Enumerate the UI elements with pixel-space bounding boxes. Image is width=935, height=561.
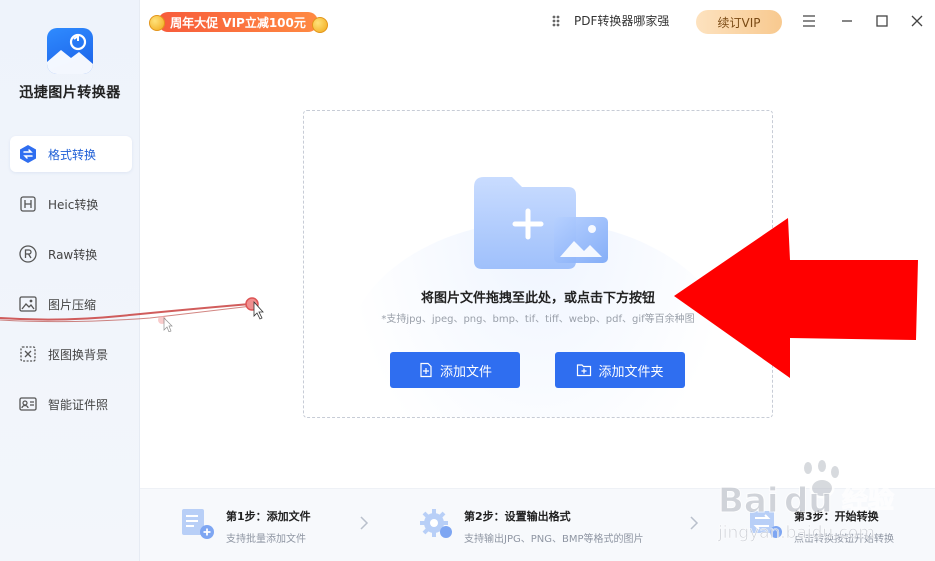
sidebar-item-heic[interactable]: Heic转换 xyxy=(10,186,132,222)
id-photo-icon xyxy=(18,394,38,414)
coin-icon xyxy=(149,15,165,31)
sidebar-item-label: 抠图换背景 xyxy=(48,347,109,362)
minimize-button[interactable] xyxy=(838,12,856,30)
step-desc: 支持输出JPG、PNG、BMP等格式的图片 xyxy=(464,534,644,545)
maximize-button[interactable] xyxy=(873,12,891,30)
step-1: 第1步：添加文件 支持批量添加文件 xyxy=(180,505,311,545)
pdf-dots-icon xyxy=(552,15,560,26)
add-file-label: 添加文件 xyxy=(439,364,492,380)
sidebar-item-label: 格式转换 xyxy=(48,147,97,162)
sidebar: 迅捷图片转换器 格式转换 Heic转换 Raw转换 图片压缩 抠图换背景 智能证… xyxy=(0,0,140,561)
baidu-watermark: Bai du 经验 jingyan.baidu.com xyxy=(716,457,931,558)
add-folder-button[interactable]: 添加文件夹 xyxy=(555,352,685,388)
baidu-paw-logo: Bai du 经验 jingyan.baidu.com xyxy=(717,457,895,543)
watermark-cn: 经验 xyxy=(842,484,894,515)
app-logo-icon xyxy=(47,28,93,74)
pdf-converter-link[interactable]: PDF转换器哪家强 xyxy=(550,12,669,29)
promo-banner[interactable]: 周年大促 VIP立减100元 xyxy=(146,9,328,35)
raw-icon xyxy=(18,244,38,264)
sidebar-item-format-convert[interactable]: 格式转换 xyxy=(10,136,132,172)
menu-icon xyxy=(803,15,815,27)
add-file-step-icon xyxy=(182,509,214,539)
maximize-icon xyxy=(876,15,888,27)
add-file-button[interactable]: 添加文件 xyxy=(390,352,520,388)
folder-image-icon xyxy=(474,177,608,269)
top-bar: 周年大促 VIP立减100元 PDF转换器哪家强 续订VIP xyxy=(140,0,935,42)
chevron-right-icon xyxy=(690,516,699,530)
add-folder-label: 添加文件夹 xyxy=(598,364,664,380)
annotation-scribble xyxy=(0,297,264,332)
close-icon xyxy=(911,15,923,27)
gear-step-icon xyxy=(420,509,452,538)
step-2: 第2步：设置输出格式 支持输出JPG、PNG、BMP等格式的图片 xyxy=(418,505,644,545)
menu-button[interactable] xyxy=(800,12,818,30)
minimize-icon xyxy=(842,20,852,22)
sidebar-item-id-photo[interactable]: 智能证件照 xyxy=(10,386,132,422)
renew-vip-button[interactable]: 续订VIP xyxy=(696,10,782,34)
sidebar-item-label: Heic转换 xyxy=(48,197,99,212)
coin-icon xyxy=(312,17,328,33)
add-file-icon xyxy=(420,362,432,378)
watermark-brand: Bai xyxy=(718,481,779,521)
step-title: 第1步：添加文件 xyxy=(226,510,311,523)
heic-icon xyxy=(18,194,38,214)
sidebar-item-label: 智能证件照 xyxy=(48,397,109,412)
close-button[interactable] xyxy=(908,12,926,30)
step-title: 第2步：设置输出格式 xyxy=(464,510,571,523)
sidebar-item-cutout[interactable]: 抠图换背景 xyxy=(10,336,132,372)
watermark-brand-2: du xyxy=(784,481,833,521)
add-folder-icon xyxy=(577,364,592,377)
chevron-right-icon xyxy=(360,516,369,530)
red-annotation-arrow xyxy=(674,218,918,378)
promo-label: 周年大促 VIP立减100元 xyxy=(158,12,318,32)
sidebar-nav: 格式转换 Heic转换 Raw转换 图片压缩 抠图换背景 智能证件照 xyxy=(10,136,132,436)
app-title: 迅捷图片转换器 xyxy=(19,85,121,101)
cutout-icon xyxy=(18,344,38,364)
step-desc: 支持批量添加文件 xyxy=(226,534,306,545)
format-convert-icon xyxy=(18,144,38,164)
pdf-link-label: PDF转换器哪家强 xyxy=(574,14,670,28)
watermark-url: jingyan.baidu.com xyxy=(717,523,875,543)
sidebar-item-label: Raw转换 xyxy=(48,247,98,262)
sidebar-item-raw[interactable]: Raw转换 xyxy=(10,236,132,272)
